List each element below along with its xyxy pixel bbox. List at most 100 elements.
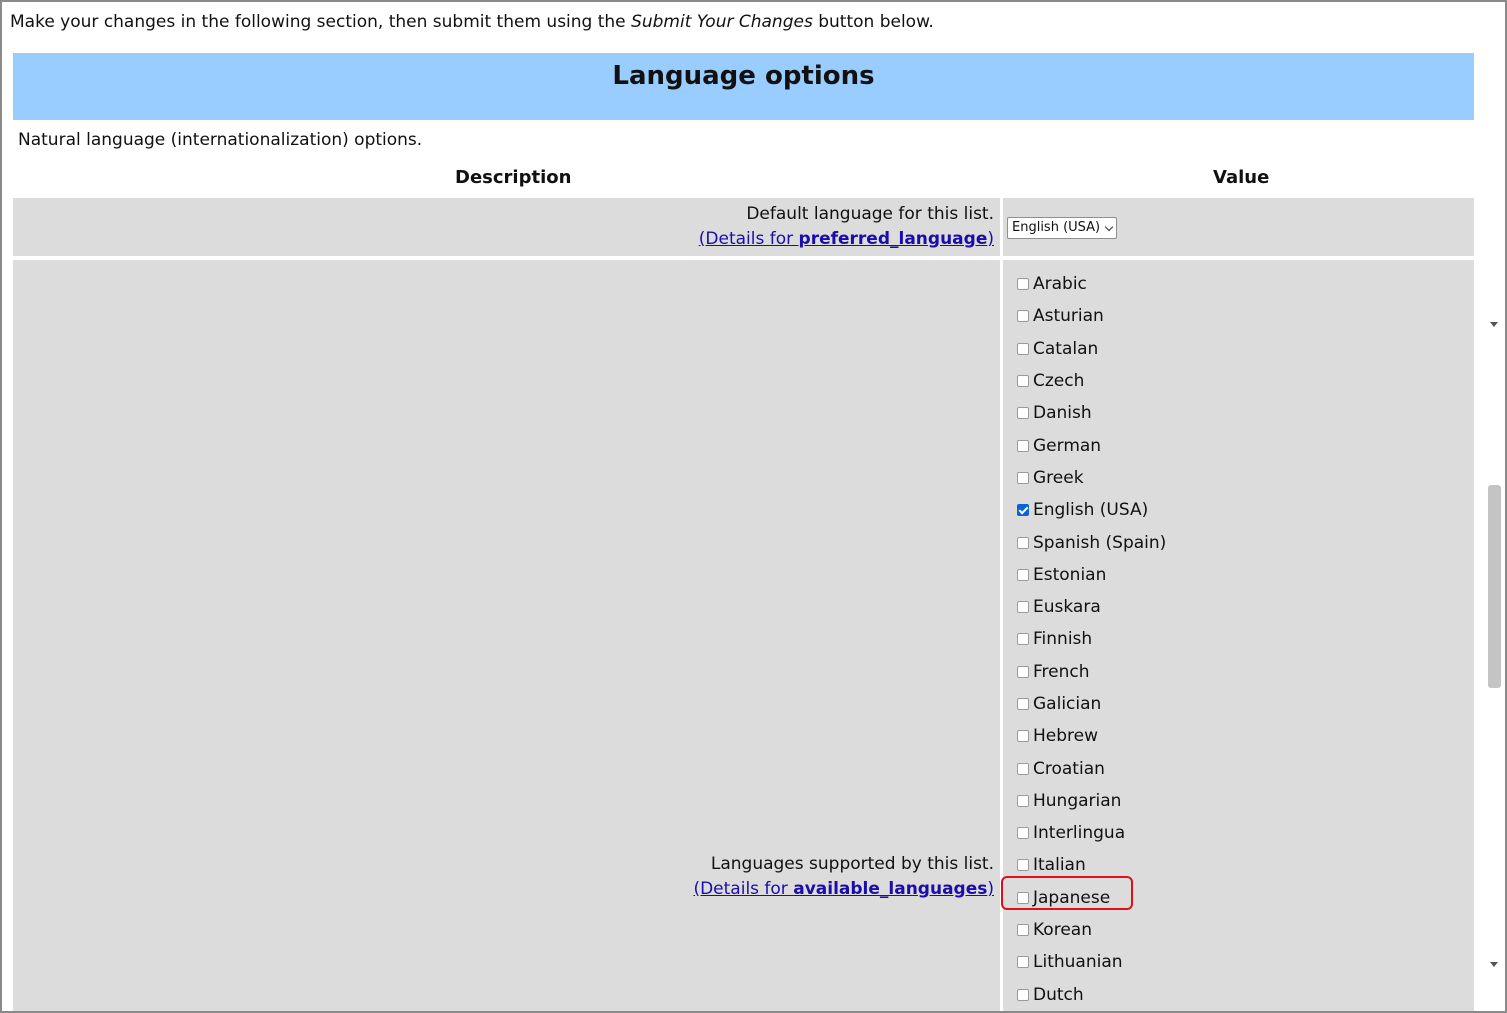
language-checkbox[interactable] [1017, 471, 1029, 484]
language-checkbox[interactable] [1017, 439, 1029, 452]
language-option[interactable]: Catalan [1017, 333, 1166, 365]
language-label: Asturian [1033, 306, 1104, 327]
language-checkbox[interactable] [1017, 698, 1029, 710]
language-checkbox[interactable] [1017, 407, 1029, 420]
language-option[interactable]: Croatian [1017, 752, 1166, 784]
language-option[interactable]: English (USA) [1017, 494, 1166, 526]
language-label: Korean [1033, 920, 1092, 941]
details-suffix: ) [987, 879, 994, 899]
available-languages-label: Languages supported by this list. [710, 854, 994, 874]
language-option[interactable]: Danish [1017, 397, 1166, 429]
language-option[interactable]: Lithuanian [1017, 946, 1166, 978]
scroll-down-arrow-icon[interactable] [1490, 962, 1498, 967]
language-option[interactable]: Dutch [1017, 979, 1166, 1011]
language-label: Estonian [1033, 564, 1107, 585]
details-prefix: (Details for [693, 879, 794, 899]
language-checkbox[interactable] [1017, 859, 1029, 872]
language-label: Czech [1033, 371, 1085, 392]
language-label: Euskara [1033, 597, 1101, 618]
preferred-language-description: Default language for this list. (Details… [699, 202, 994, 252]
language-option[interactable]: Euskara [1017, 591, 1166, 623]
language-label: Italian [1033, 855, 1086, 876]
language-checkbox[interactable] [1017, 891, 1029, 904]
details-link-name: preferred_language [798, 229, 988, 249]
language-checkbox[interactable] [1017, 827, 1029, 840]
section-header: Language options [13, 53, 1474, 120]
language-label: Dutch [1033, 984, 1084, 1005]
language-checkbox[interactable] [1017, 568, 1029, 581]
available-languages-description: Languages supported by this list. (Detai… [693, 852, 994, 902]
language-label: Interlingua [1033, 823, 1126, 844]
language-label: Galician [1033, 694, 1102, 714]
chevron-down-icon [1104, 222, 1114, 231]
scroll-arrow-icon[interactable] [1490, 322, 1498, 327]
language-checkbox[interactable] [1017, 310, 1029, 323]
language-checkbox[interactable] [1017, 278, 1029, 291]
section-title: Language options [612, 61, 875, 91]
language-checkbox[interactable] [1017, 988, 1029, 1001]
language-option[interactable]: Finnish [1017, 623, 1166, 655]
language-label: Finnish [1033, 629, 1093, 650]
language-checkbox[interactable] [1017, 601, 1029, 614]
preferred-language-selected-value: English (USA) [1012, 220, 1101, 235]
language-label: Lithuanian [1033, 952, 1123, 973]
language-label: Japanese [1033, 887, 1111, 908]
language-option[interactable]: Korean [1017, 914, 1166, 946]
preferred-language-value-cell: English (USA) [1003, 198, 1474, 256]
scrollbar-thumb[interactable] [1488, 485, 1501, 688]
language-checkbox[interactable] [1017, 633, 1029, 646]
intro-text: Make your changes in the following secti… [10, 12, 934, 32]
language-checkbox[interactable] [1017, 762, 1029, 775]
language-checkbox[interactable] [1017, 342, 1029, 355]
language-option[interactable]: Interlingua [1017, 817, 1166, 849]
preferred-language-select[interactable]: English (USA) [1007, 217, 1118, 239]
language-checkbox[interactable] [1017, 794, 1029, 807]
language-checkbox[interactable] [1017, 924, 1029, 937]
language-label: German [1033, 435, 1102, 456]
language-checkbox[interactable] [1017, 504, 1029, 517]
language-option[interactable]: Italian [1017, 849, 1166, 881]
language-option[interactable]: Hebrew [1017, 720, 1166, 752]
preferred-language-description-cell: Default language for this list. (Details… [13, 198, 1000, 256]
language-option[interactable]: Hungarian [1017, 785, 1166, 817]
language-option[interactable]: German [1017, 429, 1166, 461]
available-languages-details-link[interactable]: (Details for available_languages) [693, 879, 994, 899]
available-languages-description-cell: Languages supported by this list. (Detai… [13, 260, 1000, 1011]
language-option[interactable]: Czech [1017, 365, 1166, 397]
language-option[interactable]: Asturian [1017, 300, 1166, 332]
language-label: Catalan [1033, 338, 1099, 359]
language-label: Danish [1033, 403, 1092, 424]
language-label: Hungarian [1033, 790, 1122, 811]
details-prefix: (Details for [698, 229, 799, 249]
language-label: Spanish (Spain) [1033, 532, 1167, 553]
column-header-value: Value [1213, 167, 1270, 188]
language-checkbox[interactable] [1017, 665, 1029, 678]
language-checkbox-list: Arabic Asturian Catalan Czech Danish German Gr… [1017, 268, 1166, 1011]
scrollbar[interactable] [1486, 312, 1503, 977]
language-option[interactable]: French [1017, 656, 1166, 688]
language-option[interactable]: Arabic [1017, 268, 1166, 300]
language-checkbox[interactable] [1017, 956, 1029, 969]
language-label: English (USA) [1033, 500, 1149, 521]
language-option[interactable]: Japanese [1017, 882, 1166, 914]
preferred-language-details-link[interactable]: (Details for preferred_language) [699, 229, 994, 249]
language-checkbox[interactable] [1017, 375, 1029, 388]
language-label: Croatian [1033, 758, 1105, 779]
column-header-description: Description [455, 167, 572, 188]
section-description: Natural language (internationalization) … [18, 130, 423, 150]
language-checkbox[interactable] [1017, 536, 1029, 549]
page-frame: Make your changes in the following secti… [0, 0, 1507, 1013]
language-checkbox[interactable] [1017, 730, 1029, 743]
language-option[interactable]: Spanish (Spain) [1017, 526, 1166, 558]
language-option[interactable]: Galician [1017, 688, 1166, 720]
intro-text-start: Make your changes in the following secti… [10, 12, 632, 32]
preferred-language-label: Default language for this list. [746, 204, 994, 224]
language-label: French [1033, 661, 1090, 682]
details-link-name: available_languages [793, 879, 988, 899]
language-option[interactable]: Estonian [1017, 559, 1166, 591]
language-option[interactable]: Greek [1017, 462, 1166, 494]
available-languages-value-cell: Arabic Asturian Catalan Czech Danish German Gr… [1003, 260, 1474, 1011]
intro-emphasis: Submit Your Changes [631, 12, 813, 32]
details-suffix: ) [987, 229, 994, 249]
language-label: Greek [1033, 467, 1084, 488]
